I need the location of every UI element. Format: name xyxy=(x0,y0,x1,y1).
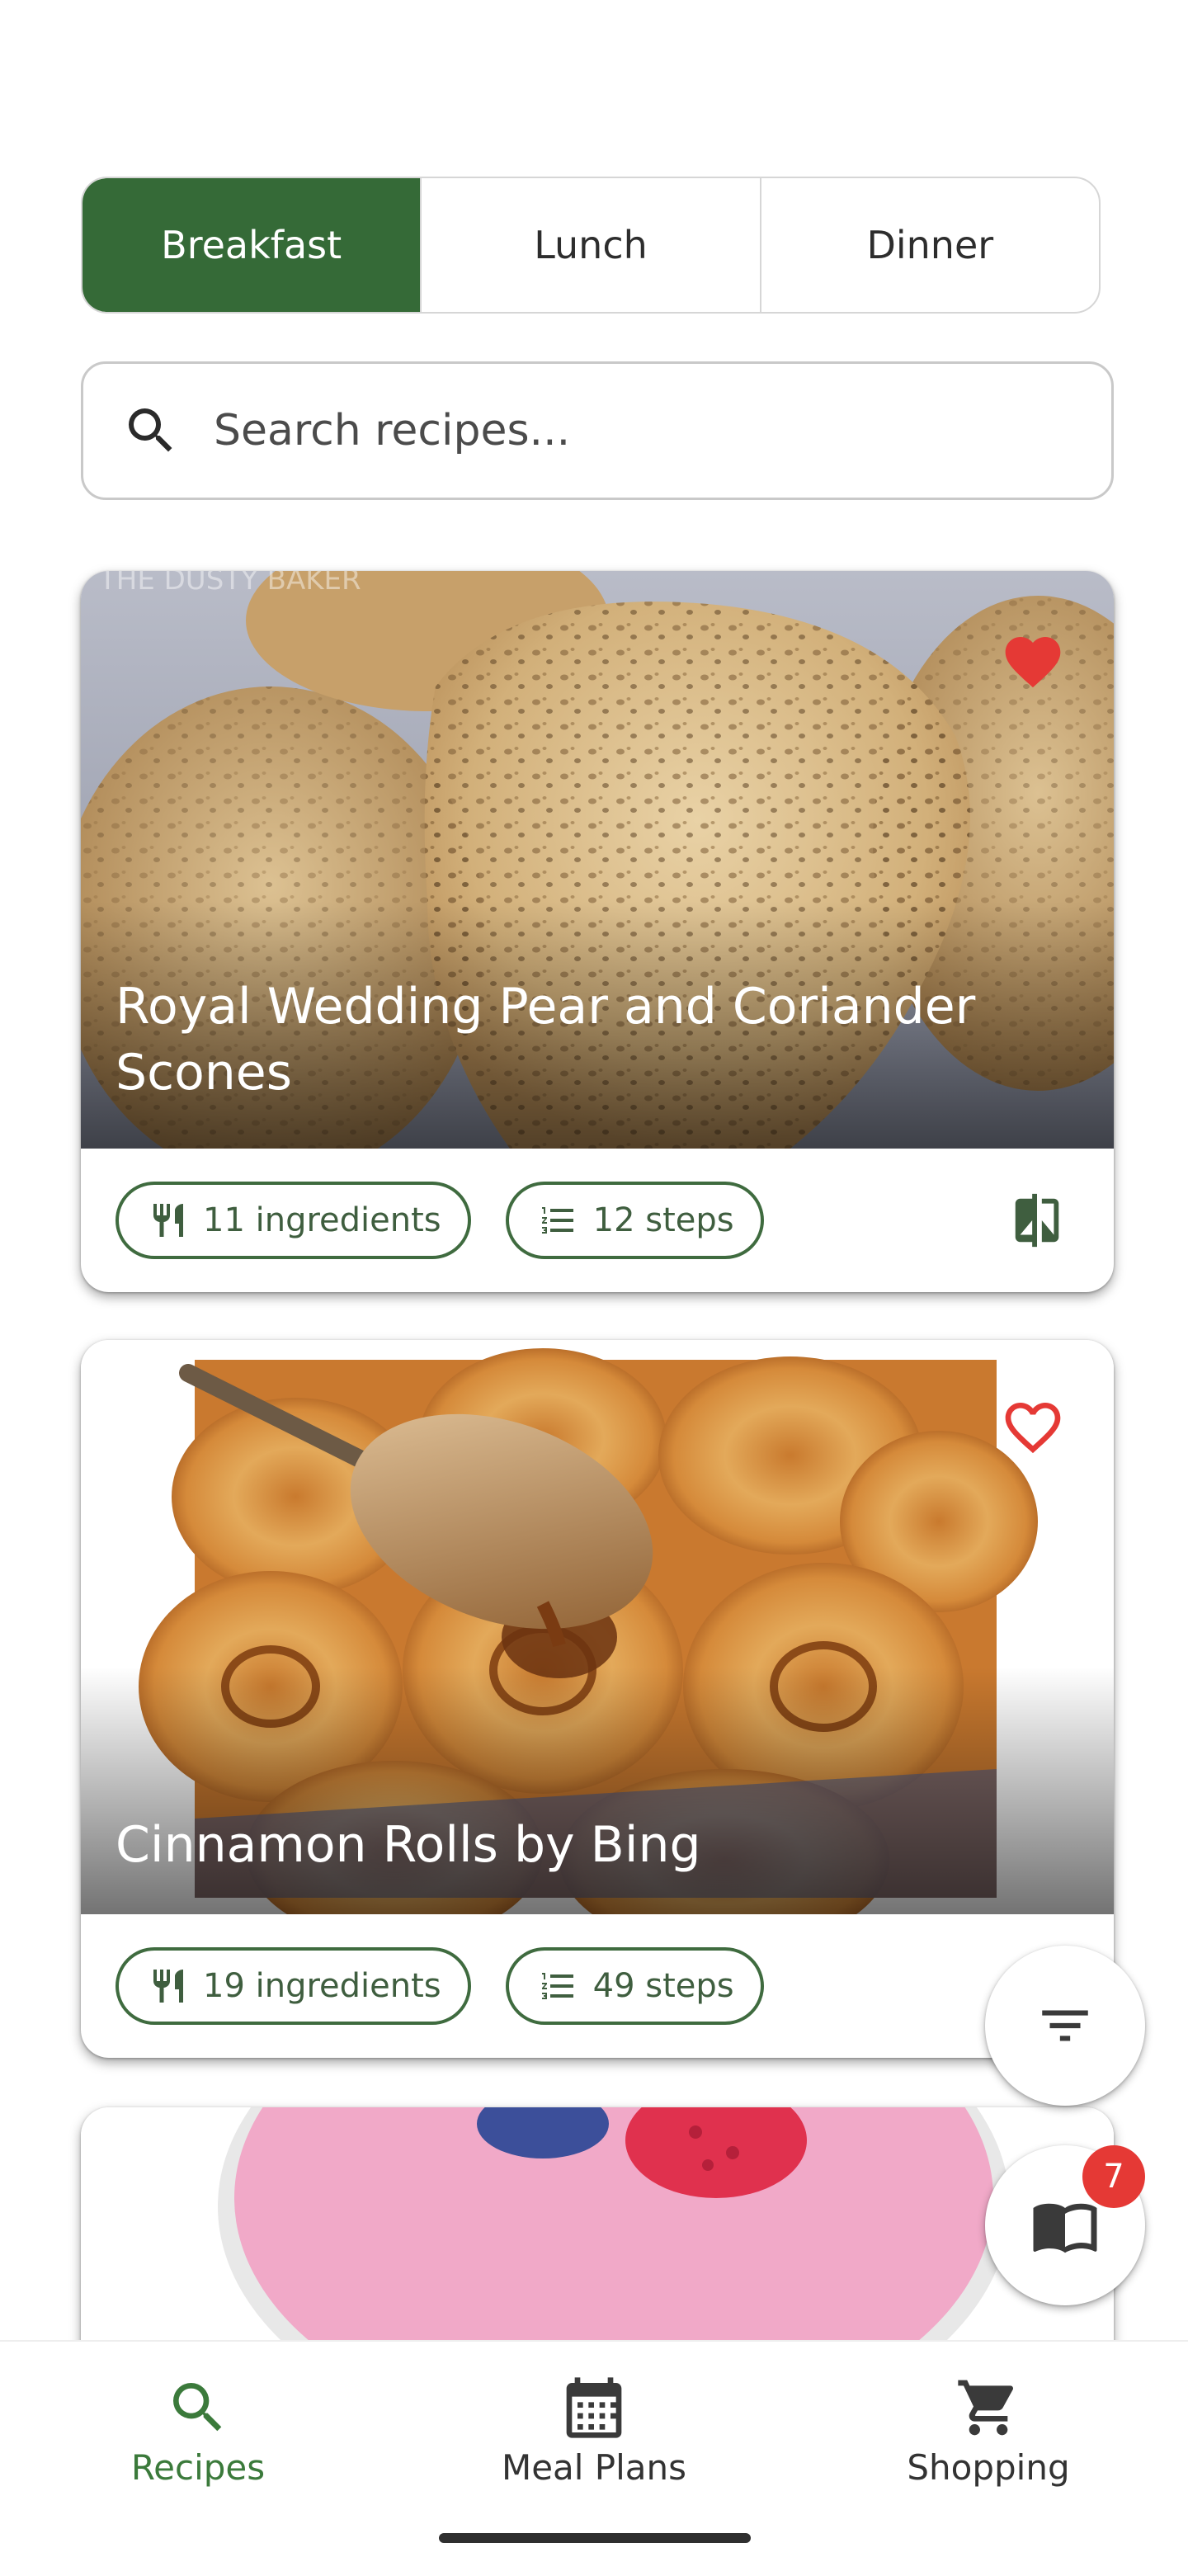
recipe-card[interactable]: THE DUSTY BAKER Royal Wedding Pear and C… xyxy=(81,571,1114,1292)
search-icon xyxy=(129,408,172,452)
tab-lunch[interactable]: Lunch xyxy=(422,178,761,312)
recipe-card[interactable] xyxy=(81,2107,1114,2355)
numbered-list-icon xyxy=(541,1973,573,1999)
meal-book-badge: 7 xyxy=(1082,2145,1145,2208)
recipe-image: THE DUSTY BAKER Royal Wedding Pear and C… xyxy=(81,571,1114,1149)
nav-label: Shopping xyxy=(907,2447,1070,2488)
meal-type-tabs: Breakfast Lunch Dinner xyxy=(81,177,1101,314)
nav-recipes[interactable]: Recipes xyxy=(74,2375,322,2488)
ingredients-count: 19 ingredients xyxy=(203,1967,441,2005)
recipe-meta: 11 ingredients 12 steps xyxy=(81,1149,1114,1292)
nav-label: Recipes xyxy=(130,2447,266,2488)
calendar-icon xyxy=(566,2377,622,2438)
numbered-list-icon xyxy=(541,1207,573,1234)
ingredients-chip[interactable]: 11 ingredients xyxy=(116,1182,471,1259)
nav-label: Meal Plans xyxy=(501,2447,687,2488)
search-icon xyxy=(173,2383,222,2432)
ingredients-chip[interactable]: 19 ingredients xyxy=(116,1947,471,2025)
steps-chip[interactable]: 49 steps xyxy=(505,1947,764,2025)
image-watermark: THE DUSTY BAKER xyxy=(98,571,361,597)
recipe-title: Royal Wedding Pear and Coriander Scones xyxy=(116,978,976,1102)
recipe-image: Cinnamon Rolls by Bing xyxy=(81,1340,1114,1914)
meal-book-button[interactable]: 7 xyxy=(985,2145,1145,2305)
favorite-filled-icon[interactable] xyxy=(1000,629,1066,695)
ingredients-count: 11 ingredients xyxy=(203,1201,441,1239)
recipe-image xyxy=(81,2107,1114,2355)
recipe-meta: 19 ingredients 49 steps xyxy=(81,1914,1114,2058)
nav-meal-plans[interactable]: Meal Plans xyxy=(470,2375,718,2488)
steps-count: 12 steps xyxy=(592,1201,734,1239)
utensils-icon xyxy=(153,1970,183,2003)
recipe-title: Cinnamon Rolls by Bing xyxy=(116,1816,701,1874)
recipe-card[interactable]: Cinnamon Rolls by Bing 19 ingredients 49… xyxy=(81,1340,1114,2058)
compare-icon[interactable] xyxy=(1008,1191,1066,1249)
home-indicator[interactable] xyxy=(439,2533,751,2543)
filter-button[interactable] xyxy=(985,1946,1145,2106)
nav-shopping[interactable]: Shopping xyxy=(865,2375,1112,2488)
book-icon xyxy=(1033,2203,1097,2253)
tab-breakfast[interactable]: Breakfast xyxy=(82,178,422,312)
search-bar[interactable] xyxy=(81,361,1114,500)
favorite-outline-icon[interactable] xyxy=(1000,1394,1066,1460)
cart-icon xyxy=(958,2380,1014,2436)
tab-dinner[interactable]: Dinner xyxy=(761,178,1099,312)
search-input[interactable] xyxy=(212,405,1040,456)
filter-list-icon xyxy=(1042,2010,1088,2041)
steps-chip[interactable]: 12 steps xyxy=(505,1182,764,1259)
utensils-icon xyxy=(153,1204,183,1237)
steps-count: 49 steps xyxy=(592,1967,734,2005)
